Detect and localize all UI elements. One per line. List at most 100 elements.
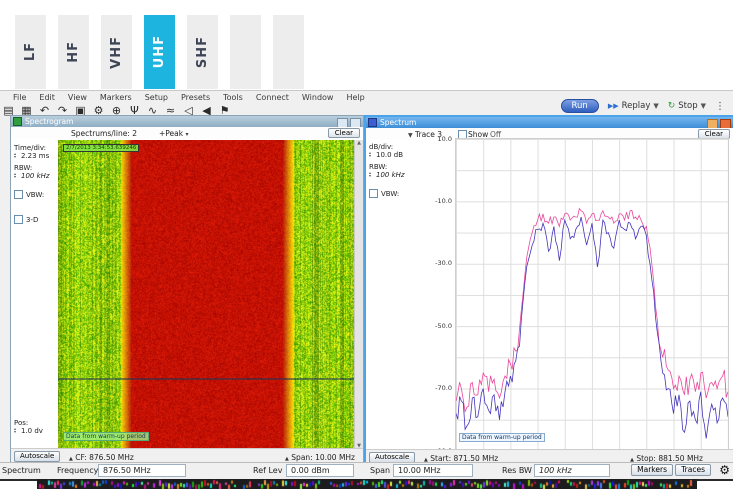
y-tick-label: 10.0	[426, 135, 452, 143]
spectrum-chart[interactable]	[455, 138, 729, 452]
spectrogram-sidebar: Time/div: ▴▾2.23 ms RBW: ▴▾100 kHz VBW: …	[14, 144, 58, 224]
timestamp-overlay: 2/7/2013 3:34:53.639246	[63, 144, 139, 152]
tab-label: UHF	[152, 35, 167, 68]
warmup-note: Data from warm-up period	[459, 433, 545, 442]
close-button[interactable]	[720, 119, 731, 129]
tab-lf[interactable]: LF	[15, 15, 46, 89]
spinner-icon[interactable]: ▴▾	[369, 151, 371, 157]
pos-value[interactable]: ▴▾1.0 dv	[14, 427, 58, 435]
frequency-field[interactable]: 876.50 MHz	[98, 464, 186, 477]
mode-indicator: Spectrum	[2, 466, 41, 475]
y-tick-label: -50.0	[426, 322, 452, 330]
vbw-checkbox[interactable]	[369, 189, 378, 198]
y-tick-label: -10.0	[426, 197, 452, 205]
menu-item-connect[interactable]: Connect	[256, 93, 289, 102]
trace-pink	[456, 209, 728, 412]
span-label: Span	[370, 466, 390, 475]
time-div-label: Time/div:	[14, 144, 58, 152]
markers-button[interactable]: Markers	[631, 464, 673, 476]
spectrogram-scrollbar[interactable]: ▲ ▼	[354, 140, 363, 449]
replay-icon: ▶▶	[608, 102, 619, 110]
spinner-icon[interactable]: ▴▾	[369, 171, 371, 177]
stop-button[interactable]: ↻ Stop ▼	[668, 101, 706, 111]
center-frequency-readout: ▲ CF: 876.50 MHz	[69, 453, 134, 462]
spinner-icon[interactable]: ▴▾	[14, 152, 16, 158]
menu-item-tools[interactable]: Tools	[223, 93, 243, 102]
menu-item-edit[interactable]: Edit	[39, 93, 55, 102]
vbw-checkbox-row: VBW:	[14, 190, 58, 199]
rbw-label: RBW:	[14, 164, 58, 172]
stop-icon: ↻	[668, 101, 676, 111]
tab-uhf[interactable]: UHF	[144, 15, 175, 89]
menu-item-markers[interactable]: Markers	[100, 93, 132, 102]
ref-level-label: Ref Lev	[253, 466, 282, 475]
spectrogram-controls-row: Spectrums/line: 2 +Peak ▾ Clear	[11, 127, 363, 139]
autoscale-button[interactable]: Autoscale	[14, 451, 60, 462]
y-tick-label: -70.0	[426, 384, 452, 392]
threed-checkbox-row: 3-D	[14, 215, 58, 224]
maximize-button[interactable]	[707, 119, 718, 129]
pos-label: Pos:	[14, 419, 58, 427]
frequency-band-tabs: LFHF VHF UHF SHF	[15, 15, 304, 89]
spinner-icon[interactable]: ▴▾	[14, 427, 16, 433]
y-tick-label: -30.0	[426, 259, 452, 267]
spectrum-sidebar: dB/div: ▴▾10.0 dB RBW: ▴▾100 kHz VBW:	[369, 143, 421, 198]
res-bw-field[interactable]: 100 kHz	[534, 464, 610, 477]
time-div-value[interactable]: ▴▾2.23 ms	[14, 152, 58, 160]
chevron-down-icon: ▼	[408, 132, 413, 139]
minimize-button[interactable]	[337, 118, 348, 128]
db-div-value[interactable]: ▴▾10.0 dB	[369, 151, 421, 159]
tab-empty-5[interactable]	[230, 15, 261, 89]
panel-title: Spectrogram	[25, 117, 73, 126]
spectrum-panel: Spectrum ▼ Trace 3 Show Off Clear dB/div…	[364, 115, 733, 467]
run-button[interactable]: Run	[561, 99, 599, 113]
rbw-value[interactable]: ▴▾100 kHz	[369, 171, 421, 179]
tab-vhf[interactable]: VHF	[101, 15, 132, 89]
menu-item-view[interactable]: View	[68, 93, 87, 102]
marker-triangle-icon[interactable]: ▲	[285, 456, 289, 462]
marker-triangle-icon[interactable]: ▲	[69, 456, 73, 462]
rbw-label: RBW:	[369, 163, 421, 171]
span-field[interactable]: 10.00 MHz	[393, 464, 473, 477]
more-options-icon[interactable]: ⋮	[715, 101, 725, 112]
threed-checkbox[interactable]	[14, 215, 23, 224]
maximize-button[interactable]	[350, 118, 361, 128]
db-div-label: dB/div:	[369, 143, 421, 151]
spectrogram-titlebar: Spectrogram	[11, 116, 363, 127]
tab-shf[interactable]: SHF	[187, 15, 218, 89]
tab-hf[interactable]: HF	[58, 15, 89, 89]
clear-button[interactable]: Clear	[328, 128, 360, 138]
vbw-checkbox[interactable]	[14, 190, 23, 199]
scroll-up-icon[interactable]: ▲	[355, 140, 363, 146]
replay-button[interactable]: ▶▶ Replay ▼	[608, 101, 659, 111]
traces-button[interactable]: Traces	[675, 464, 711, 476]
spectrogram-panel: Spectrogram Spectrums/line: 2 +Peak ▾ Cl…	[10, 115, 364, 465]
spectrogram-display[interactable]: 2/7/2013 3:34:53.639246 Data from warm-u…	[58, 140, 355, 449]
menu-item-setup[interactable]: Setup	[145, 93, 168, 102]
autoscale-button[interactable]: Autoscale	[369, 452, 415, 463]
panel-title: Spectrum	[380, 118, 416, 127]
menu-item-presets[interactable]: Presets	[181, 93, 210, 102]
acquisition-controls: Run ▶▶ Replay ▼ ↻ Stop ▼ ⋮	[561, 99, 726, 113]
trace-blue	[456, 217, 728, 439]
menu-item-help[interactable]: Help	[346, 93, 364, 102]
settings-gear-icon[interactable]: ⚙	[719, 463, 730, 477]
screen: LFHF VHF UHF SHF File Edit View Markers Setup Pr…	[0, 0, 733, 493]
span-readout: ▲ Span: 10.00 MHz	[285, 453, 355, 462]
rbw-value[interactable]: ▴▾100 kHz	[14, 172, 58, 180]
tab-label: SHF	[195, 36, 210, 68]
menu-item-file[interactable]: File	[13, 93, 26, 102]
thumbnail-strip	[37, 479, 697, 489]
menu-item-window[interactable]: Window	[302, 93, 334, 102]
tab-empty-6[interactable]	[273, 15, 304, 89]
spinner-icon[interactable]: ▴▾	[14, 172, 16, 178]
ref-level-field[interactable]: 0.00 dBm	[286, 464, 354, 477]
spectrogram-canvas	[58, 140, 355, 449]
spectrogram-icon	[13, 117, 22, 126]
vbw-checkbox-row: VBW:	[369, 189, 421, 198]
vbw-label: VBW:	[381, 190, 399, 198]
replay-label: Replay	[622, 101, 651, 111]
detector-dropdown[interactable]: +Peak ▾	[159, 129, 189, 138]
spectrogram-marker-line[interactable]	[58, 378, 355, 380]
trace-plot	[456, 139, 728, 451]
